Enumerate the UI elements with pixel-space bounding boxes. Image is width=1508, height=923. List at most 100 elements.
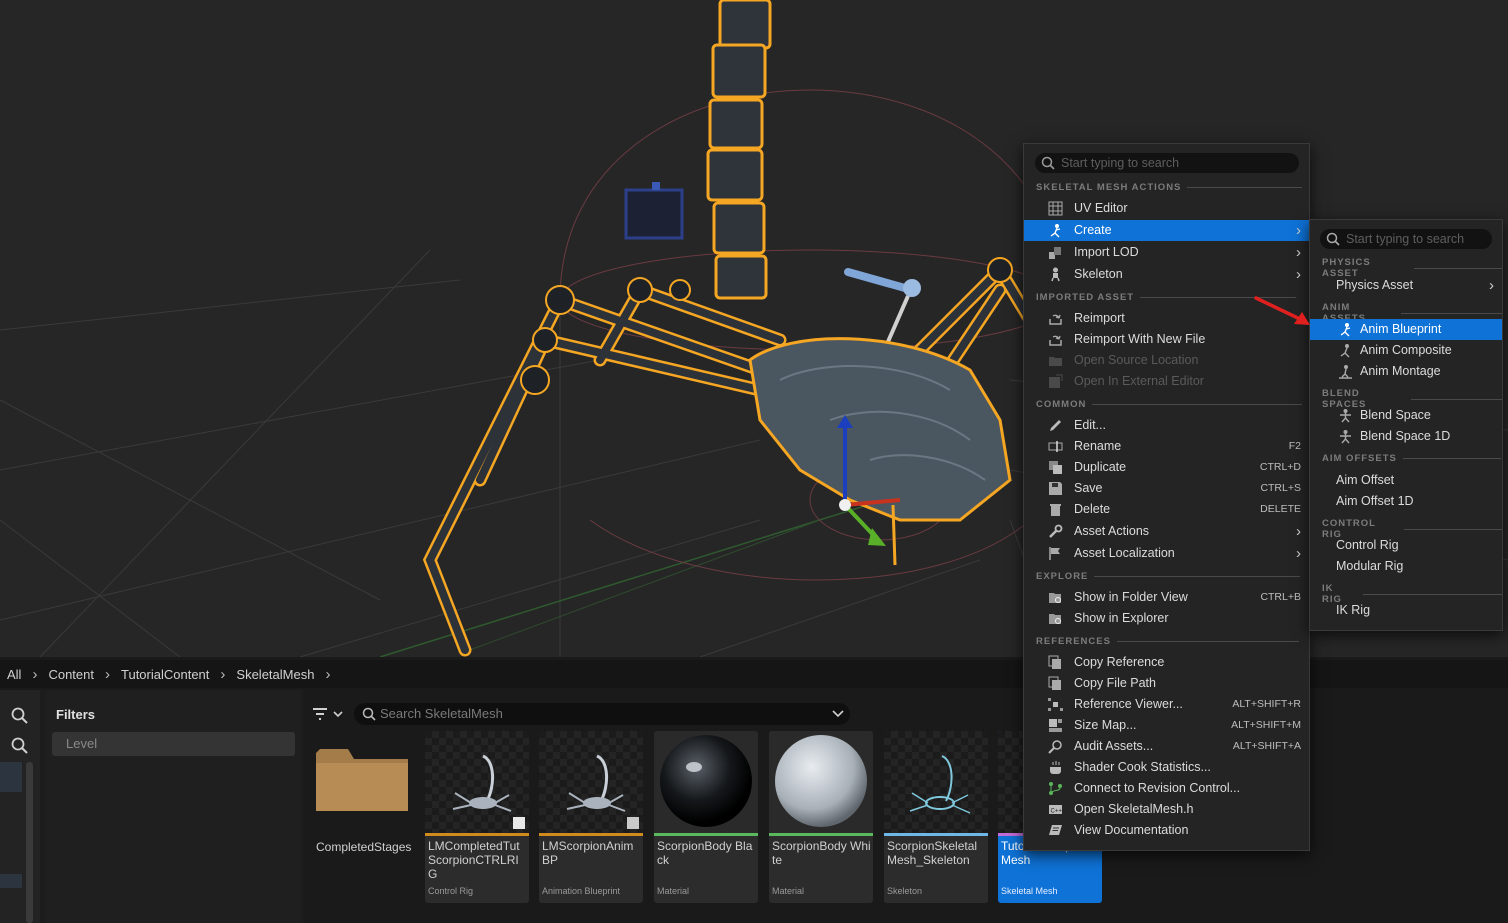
submenu-item-blend-space[interactable]: Blend Space [1310, 405, 1502, 426]
menu-item-uv-editor[interactable]: UV Editor [1024, 198, 1309, 219]
menu-item-reference-viewer[interactable]: Reference Viewer... ALT+SHIFT+R [1024, 694, 1309, 715]
menu-item-label: Size Map... [1074, 718, 1137, 732]
asset-search-input[interactable]: Search SkeletalMesh [354, 703, 850, 725]
submenu-item-aim-offset-1d[interactable]: Aim Offset 1D [1310, 491, 1502, 512]
menu-item-edit[interactable]: Edit... [1024, 415, 1309, 436]
menu-item-asset-localization[interactable]: Asset Localization › [1024, 543, 1309, 564]
menu-item-label: Save [1074, 481, 1103, 495]
submenu-item-anim-blueprint[interactable]: Anim Blueprint [1310, 319, 1502, 340]
chevron-down-icon[interactable] [832, 710, 844, 718]
shortcut-label: ALT+SHIFT+M [1231, 719, 1301, 731]
asset-context-menu: Start typing to search SKELETAL MESH ACT… [1023, 143, 1310, 851]
menu-item-duplicate[interactable]: Duplicate CTRL+D [1024, 457, 1309, 478]
asset-type-label: Material [657, 886, 690, 896]
menu-item-skeleton[interactable]: Skeleton › [1024, 264, 1309, 285]
submenu-item-aim-offset[interactable]: Aim Offset [1310, 470, 1502, 491]
asset-tile-folder[interactable]: CompletedStages [312, 731, 416, 903]
submenu-search-input[interactable]: Start typing to search [1320, 229, 1492, 249]
asset-name: ScorpionBody White [772, 839, 871, 867]
menu-item-label: Control Rig [1336, 538, 1399, 552]
breadcrumb-skeletalmesh[interactable]: SkeletalMesh [229, 667, 321, 682]
menu-item-connect-revision-control[interactable]: Connect to Revision Control... [1024, 778, 1309, 799]
submenu-item-blend-space-1d[interactable]: Blend Space 1D [1310, 426, 1502, 447]
asset-tile[interactable]: ScorpionBody Black Material [654, 731, 758, 903]
copy-icon [1048, 655, 1061, 669]
menu-item-import-lod[interactable]: Import LOD › [1024, 242, 1309, 263]
menu-item-label: Blend Space 1D [1360, 429, 1451, 443]
material-sphere-icon [775, 735, 867, 827]
section-label: COMMON [1036, 399, 1087, 410]
breadcrumb-tutorialcontent[interactable]: TutorialContent [114, 667, 216, 682]
asset-tile[interactable]: LMCompletedTut ScorpionCTRLRIG Control R… [425, 731, 529, 903]
asset-type-bar [769, 833, 873, 836]
anim-montage-icon [1339, 365, 1352, 379]
divider [1403, 528, 1502, 530]
menu-item-label: Blend Space [1360, 408, 1431, 422]
asset-type-bar [425, 833, 529, 836]
menu-item-size-map[interactable]: Size Map... ALT+SHIFT+M [1024, 715, 1309, 736]
menu-item-audit-assets[interactable]: Audit Assets... ALT+SHIFT+A [1024, 736, 1309, 757]
breadcrumb-content[interactable]: Content [41, 667, 101, 682]
menu-item-show-in-folder-view[interactable]: Show in Folder View CTRL+B [1024, 587, 1309, 608]
menu-item-reimport-new-file[interactable]: Reimport With New File [1024, 329, 1309, 350]
menu-item-view-documentation[interactable]: View Documentation [1024, 820, 1309, 841]
pencil-icon [1050, 420, 1061, 431]
menu-item-label: Asset Actions [1074, 524, 1150, 538]
chevron-right-icon[interactable]: › [321, 666, 334, 683]
filter-level[interactable]: Level [52, 732, 295, 756]
asset-tile[interactable]: ScorpionSkeletal Mesh_Skeleton Skeleton [884, 731, 988, 903]
menu-item-label: Anim Montage [1360, 364, 1441, 378]
filters-title: Filters [56, 707, 96, 722]
filter-icon[interactable] [312, 706, 346, 722]
asset-type-label: Control Rig [428, 886, 474, 896]
submenu-item-physics-asset[interactable]: Physics Asset › [1310, 275, 1502, 296]
asset-tile[interactable]: ScorpionBody White Material [769, 731, 873, 903]
menu-item-open-source-location: Open Source Location [1024, 350, 1309, 371]
menu-item-show-in-explorer[interactable]: Show in Explorer [1024, 608, 1309, 629]
submenu-item-control-rig[interactable]: Control Rig [1310, 535, 1502, 556]
menu-item-save[interactable]: Save CTRL+S [1024, 478, 1309, 499]
sources-selection[interactable] [0, 762, 22, 792]
search-icon[interactable] [10, 706, 30, 726]
menu-item-delete[interactable]: Delete DELETE [1024, 499, 1309, 520]
menu-item-label: Open In External Editor [1074, 374, 1204, 388]
section-common: COMMON [1036, 399, 1303, 410]
menu-item-shader-cook-statistics[interactable]: Shader Cook Statistics... [1024, 757, 1309, 778]
menu-item-label: Duplicate [1074, 460, 1127, 474]
menu-item-copy-file-path[interactable]: Copy File Path [1024, 673, 1309, 694]
asset-thumbnail [884, 731, 988, 833]
anim-composite-icon [1340, 344, 1350, 358]
sources-selection[interactable] [0, 874, 22, 888]
menu-item-rename[interactable]: Rename F2 [1024, 436, 1309, 457]
menu-item-label: Create [1074, 223, 1112, 237]
asset-type-bar [884, 833, 988, 836]
asset-name: ScorpionBody Black [657, 839, 753, 867]
cooking-pot-icon [1050, 761, 1061, 774]
search-icon[interactable] [10, 736, 30, 756]
chevron-right-icon: › [32, 665, 38, 683]
breadcrumb-all[interactable]: All [0, 667, 28, 682]
submenu-item-ik-rig[interactable]: IK Rig [1310, 600, 1502, 621]
scrollbar[interactable] [26, 762, 33, 923]
shortcut-label: CTRL+D [1259, 461, 1301, 473]
annotation-arrow-icon [1254, 296, 1310, 325]
submenu-item-modular-rig[interactable]: Modular Rig [1310, 556, 1502, 577]
chevron-right-icon: › [1296, 266, 1301, 283]
shortcut-label: CTRL+B [1260, 591, 1301, 603]
section-label: AIM OFFSETS [1322, 453, 1397, 464]
menu-item-create[interactable]: Create › [1024, 220, 1309, 241]
menu-item-asset-actions[interactable]: Asset Actions › [1024, 521, 1309, 542]
chevron-right-icon: › [1296, 222, 1301, 239]
submenu-item-anim-composite[interactable]: Anim Composite [1310, 340, 1502, 361]
menu-search-input[interactable]: Start typing to search [1035, 153, 1299, 173]
material-sphere-icon [660, 735, 752, 827]
submenu-item-anim-montage[interactable]: Anim Montage [1310, 361, 1502, 382]
menu-item-open-skeletalmesh-h[interactable]: C++ Open SkeletalMesh.h [1024, 799, 1309, 820]
menu-item-label: Reference Viewer... [1074, 697, 1183, 711]
divider [1411, 398, 1502, 400]
chevron-right-icon: › [105, 665, 110, 683]
asset-tile[interactable]: LMScorpionAnim BP Animation Blueprint [539, 731, 643, 903]
filters-panel: Filters Level [46, 690, 301, 923]
menu-item-copy-reference[interactable]: Copy Reference [1024, 652, 1309, 673]
shortcut-label: F2 [1288, 440, 1301, 452]
